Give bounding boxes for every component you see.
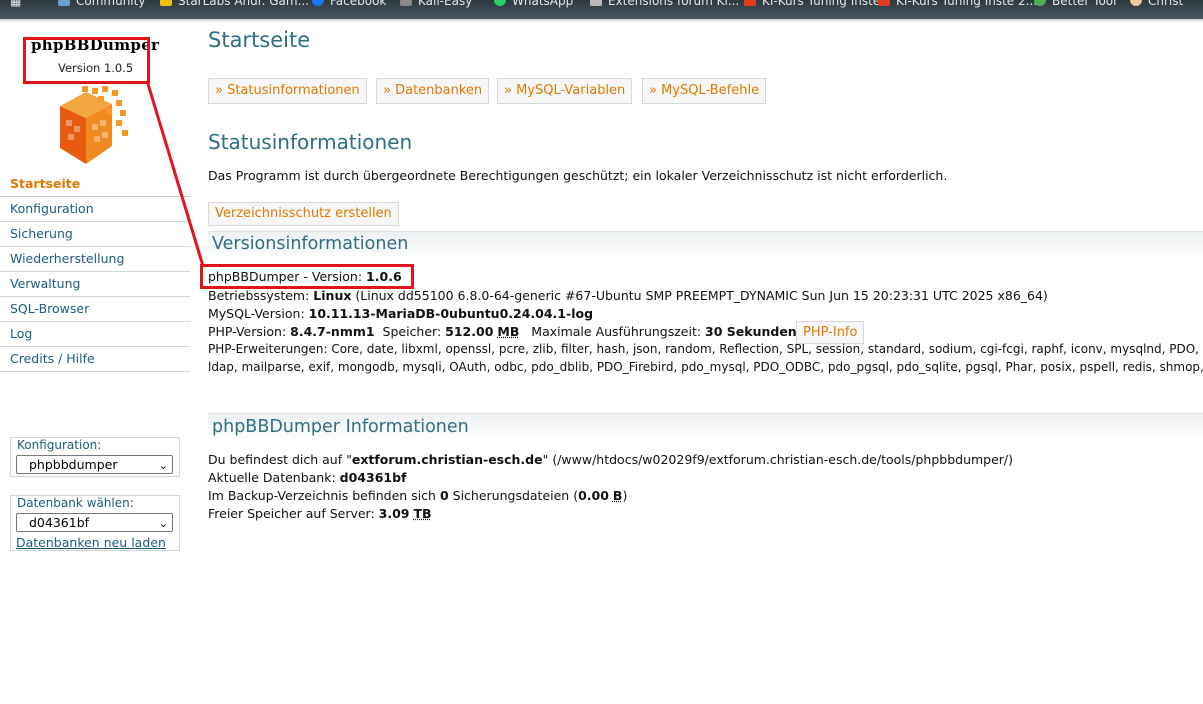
annotation-line <box>146 83 205 267</box>
